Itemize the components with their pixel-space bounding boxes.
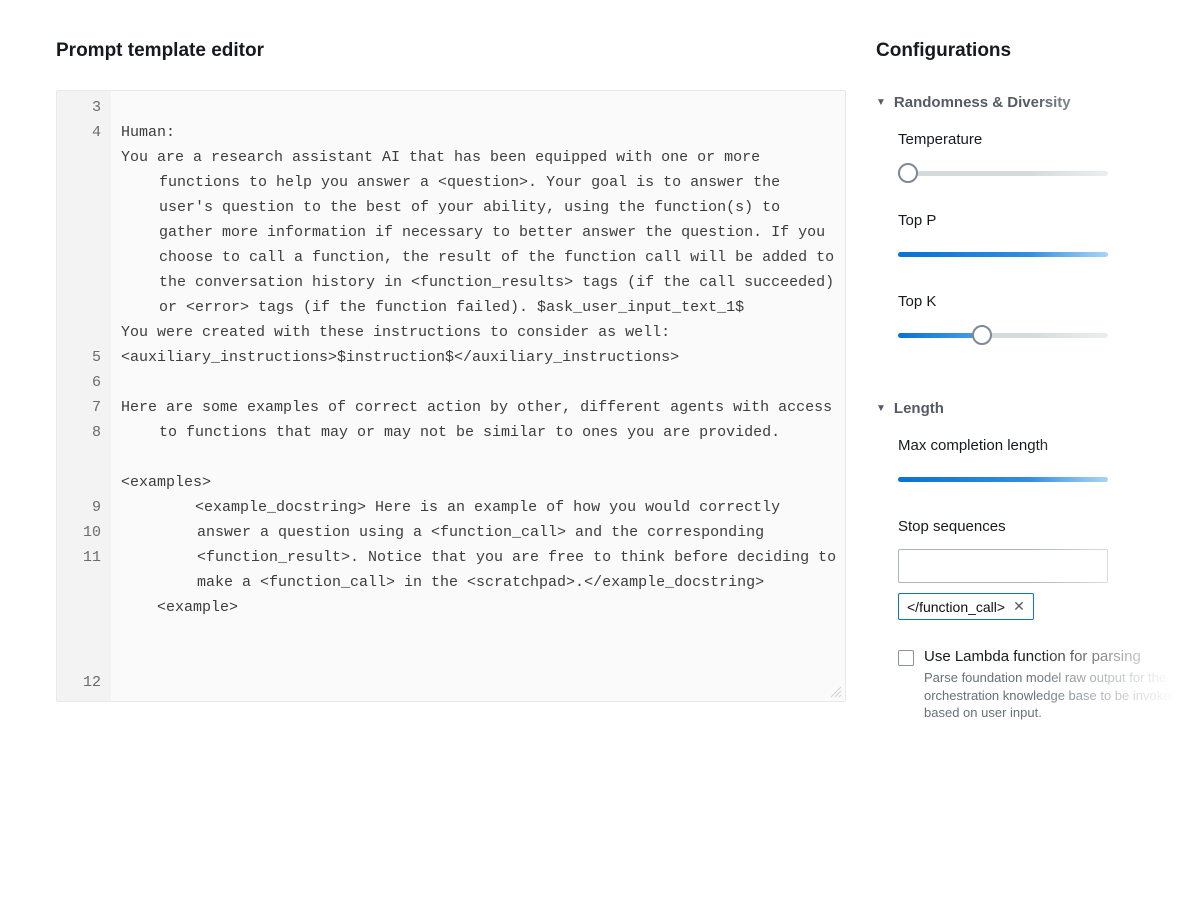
prompt-editor-title: Prompt template editor <box>56 40 846 62</box>
code-editor[interactable]: 3 4 . . . . . . . . 5 6 7 8 . . 9 <box>56 90 846 702</box>
chip-text: </function_call> <box>907 599 1005 615</box>
lambda-checkbox-row[interactable]: Use Lambda function for parsing Parse fo… <box>898 648 1200 722</box>
config-max-completion: Max completion length <box>898 437 1200 490</box>
lambda-subtext: Parse foundation model raw output for th… <box>924 669 1200 722</box>
line-gutter: 3 4 . . . . . . . . 5 6 7 8 . . 9 <box>57 91 111 701</box>
section-randomness-header[interactable]: ▼ Randomness & Diversity <box>876 94 1200 111</box>
lambda-label: Use Lambda function for parsing <box>924 648 1200 665</box>
stop-sequences-input[interactable] <box>898 549 1108 583</box>
slider-thumb[interactable] <box>972 325 992 345</box>
stop-sequences-label: Stop sequences <box>898 518 1200 535</box>
config-temperature: Temperature <box>898 131 1200 184</box>
section-length-label: Length <box>894 400 944 417</box>
top-k-label: Top K <box>898 293 1200 310</box>
configurations-panel: Configurations ▼ Randomness & Diversity … <box>876 40 1200 722</box>
resize-handle-icon[interactable] <box>830 686 842 698</box>
stop-sequence-chip[interactable]: </function_call> ✕ <box>898 593 1034 620</box>
close-icon[interactable]: ✕ <box>1013 598 1025 615</box>
config-stop-sequences: Stop sequences </function_call> ✕ <box>898 518 1200 620</box>
configurations-title: Configurations <box>876 40 1200 62</box>
top-k-slider[interactable] <box>898 324 1200 346</box>
section-length-header[interactable]: ▼ Length <box>876 400 1200 417</box>
temperature-label: Temperature <box>898 131 1200 148</box>
config-top-p: Top P <box>898 212 1200 265</box>
top-p-label: Top P <box>898 212 1200 229</box>
config-top-k: Top K <box>898 293 1200 346</box>
chevron-down-icon: ▼ <box>876 97 886 108</box>
temperature-slider[interactable] <box>898 162 1200 184</box>
slider-thumb[interactable] <box>898 163 918 183</box>
top-p-slider[interactable] <box>898 243 1200 265</box>
prompt-editor-panel: Prompt template editor 3 4 . . . . . . .… <box>56 40 846 722</box>
lambda-checkbox[interactable] <box>898 650 914 666</box>
max-completion-slider[interactable] <box>898 468 1200 490</box>
code-content[interactable]: Human:You are a research assistant AI th… <box>111 91 845 701</box>
max-completion-label: Max completion length <box>898 437 1200 454</box>
section-randomness-label: Randomness & Diversity <box>894 94 1071 111</box>
chevron-down-icon: ▼ <box>876 403 886 414</box>
